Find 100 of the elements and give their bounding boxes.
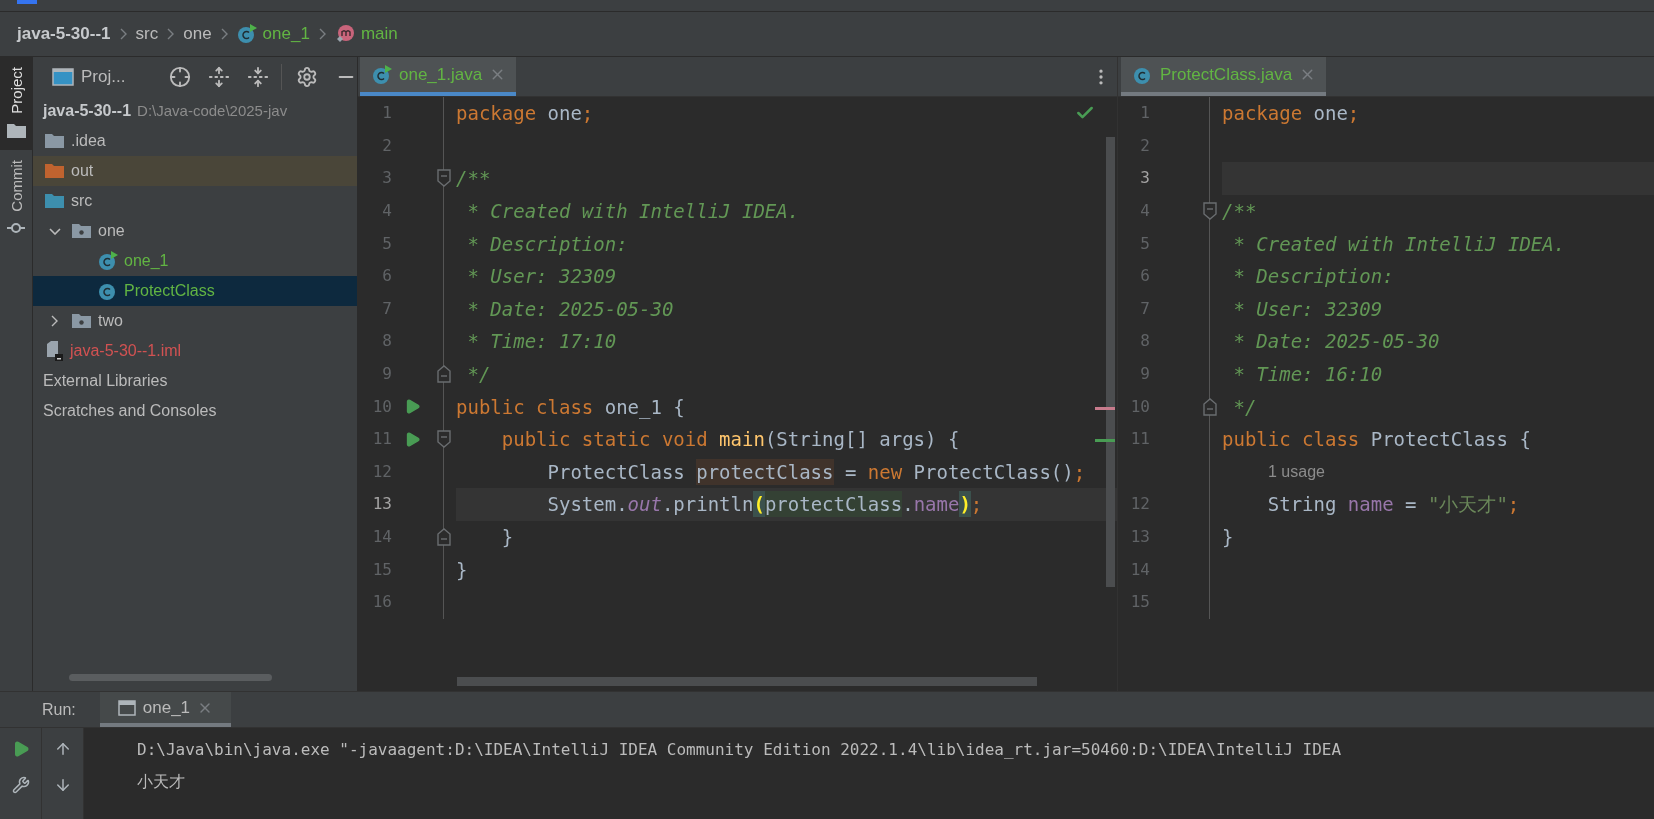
- tree-row[interactable]: java-5-30--1 D:\Java-code\2025-jav: [33, 96, 357, 126]
- editor-tab[interactable]: ProtectClass.java: [1121, 57, 1327, 96]
- code-line: public class ProtectClass {: [1222, 427, 1531, 453]
- scrollbar[interactable]: [1106, 137, 1115, 587]
- fold-icon[interactable]: [437, 365, 451, 384]
- line-number: 14: [1130, 558, 1150, 581]
- panel-label: Run:: [42, 699, 76, 720]
- line-number: 6: [1140, 265, 1150, 288]
- tree-row[interactable]: External Libraries: [33, 366, 357, 396]
- chevron-icon: [220, 28, 228, 40]
- expand-all-icon[interactable]: [208, 65, 230, 88]
- fold-icon[interactable]: [1203, 397, 1217, 416]
- code-line: * Time: 16:10: [1232, 362, 1383, 388]
- line-number: 5: [1140, 232, 1150, 255]
- locate-icon[interactable]: [169, 65, 191, 88]
- tree-row[interactable]: ProtectClass: [33, 276, 357, 306]
- line-number: 11: [372, 428, 392, 451]
- scrollbar[interactable]: [457, 677, 1037, 686]
- code-line: * Created with IntelliJ IDEA.: [1232, 231, 1566, 257]
- code-line: public static void main(String[] args) {: [500, 427, 960, 453]
- tree-row[interactable]: one_1: [33, 246, 357, 276]
- app-icon: [17, 0, 37, 4]
- breadcrumb-item[interactable]: one_1: [262, 21, 310, 47]
- line-number: 11: [1130, 428, 1150, 451]
- line-number: 10: [372, 395, 392, 418]
- scrollbar[interactable]: [69, 674, 272, 681]
- console-line: D:\Java\bin\java.exe "-javaagent:D:\IDEA\IntelliJ IDEA Community Edition 2022.1.4\lib\idea_rt.jar=50460:D:\IDEA\IntelliJ IDEA: [137, 739, 1343, 761]
- console-icon: [117, 699, 136, 716]
- breadcrumb-item[interactable]: one: [183, 21, 212, 47]
- line-number: 13: [372, 493, 392, 516]
- tree-row[interactable]: .idea: [33, 126, 357, 156]
- breadcrumb-item[interactable]: src: [135, 21, 159, 47]
- package-icon: [71, 222, 92, 240]
- wrench-icon[interactable]: [11, 776, 30, 794]
- tree-row[interactable]: src: [33, 186, 357, 216]
- line-number: 8: [1140, 330, 1150, 353]
- chevron-icon[interactable]: [49, 227, 61, 235]
- code-line: * Date: 2025-05-30: [1232, 329, 1440, 355]
- code-line: * Time: 17:10: [466, 329, 617, 355]
- line-number: 8: [382, 330, 392, 353]
- chevron-icon: [167, 28, 175, 40]
- line-number: 4: [1140, 200, 1150, 223]
- line-number: 6: [382, 265, 392, 288]
- line-number: 1: [382, 102, 392, 125]
- side-tab[interactable]: Commit: [0, 149, 32, 248]
- tree-row[interactable]: Scratches and Consoles: [33, 396, 357, 426]
- settings-icon[interactable]: [296, 65, 318, 88]
- breadcrumb-item[interactable]: main: [360, 21, 398, 47]
- usage-hint[interactable]: 1 usage: [1268, 459, 1325, 484]
- folder-icon: [5, 121, 27, 140]
- chevron-icon: [119, 28, 127, 40]
- chevron-icon[interactable]: [51, 315, 58, 327]
- code-line: }: [500, 525, 514, 550]
- tree-row[interactable]: out: [33, 156, 357, 186]
- tree-label: out: [71, 161, 94, 181]
- fold-icon[interactable]: [437, 169, 451, 188]
- line-number: 15: [372, 558, 392, 581]
- line-number: 10: [1130, 395, 1150, 418]
- code-line: package one;: [456, 101, 594, 127]
- fold-icon[interactable]: [437, 528, 451, 546]
- line-number: 14: [372, 526, 392, 548]
- line-number: 13: [1130, 526, 1150, 548]
- collapse-all-icon[interactable]: [247, 65, 269, 88]
- tree-label: java-5-30--1: [43, 101, 132, 121]
- code-line: System.out.println(protectClass.name);: [546, 491, 983, 518]
- line-number: 4: [382, 200, 392, 223]
- tree-row[interactable]: one: [33, 216, 357, 246]
- folder-icon: [44, 132, 65, 150]
- code-line: * User: 32309: [1232, 296, 1383, 322]
- line-number: 1: [1140, 102, 1150, 125]
- tree-label: java-5-30--1.iml: [70, 341, 182, 361]
- panel-title[interactable]: Proj...: [81, 63, 161, 90]
- line-number: 7: [1140, 297, 1150, 320]
- run-tab[interactable]: one_1: [99, 692, 232, 727]
- class-icon: [98, 251, 118, 271]
- tree-label: two: [98, 311, 123, 331]
- tree-label: External Libraries: [43, 371, 168, 391]
- code-line: /**: [456, 166, 491, 192]
- code-line: */: [1232, 394, 1257, 420]
- code-line: package one;: [1222, 101, 1360, 127]
- code-line: }: [456, 557, 468, 583]
- editor-tab[interactable]: one_1.java: [360, 57, 517, 96]
- code-line: public class one_1 {: [456, 394, 685, 420]
- code-line: ProtectClass protectClass = new ProtectClass();: [546, 458, 1086, 485]
- code-line: String name = "小天才";: [1266, 492, 1520, 518]
- breadcrumb-item[interactable]: java-5-30--1: [17, 21, 111, 47]
- chevron-icon: [318, 28, 326, 40]
- fold-icon[interactable]: [437, 430, 451, 449]
- line-number: 3: [1140, 167, 1150, 190]
- tree-row[interactable]: two: [33, 306, 357, 336]
- line-number: 9: [1140, 363, 1150, 386]
- code-line: * Date: 2025-05-30: [466, 296, 674, 322]
- line-number: 12: [1130, 493, 1150, 516]
- line-number: 3: [382, 167, 392, 190]
- fold-icon[interactable]: [1203, 202, 1217, 221]
- tree-path: D:\Java-code\2025-jav: [137, 100, 288, 121]
- tree-label: src: [71, 191, 93, 211]
- line-number: 9: [382, 363, 392, 386]
- side-tab[interactable]: Project: [0, 57, 32, 150]
- line-number: 7: [382, 297, 392, 320]
